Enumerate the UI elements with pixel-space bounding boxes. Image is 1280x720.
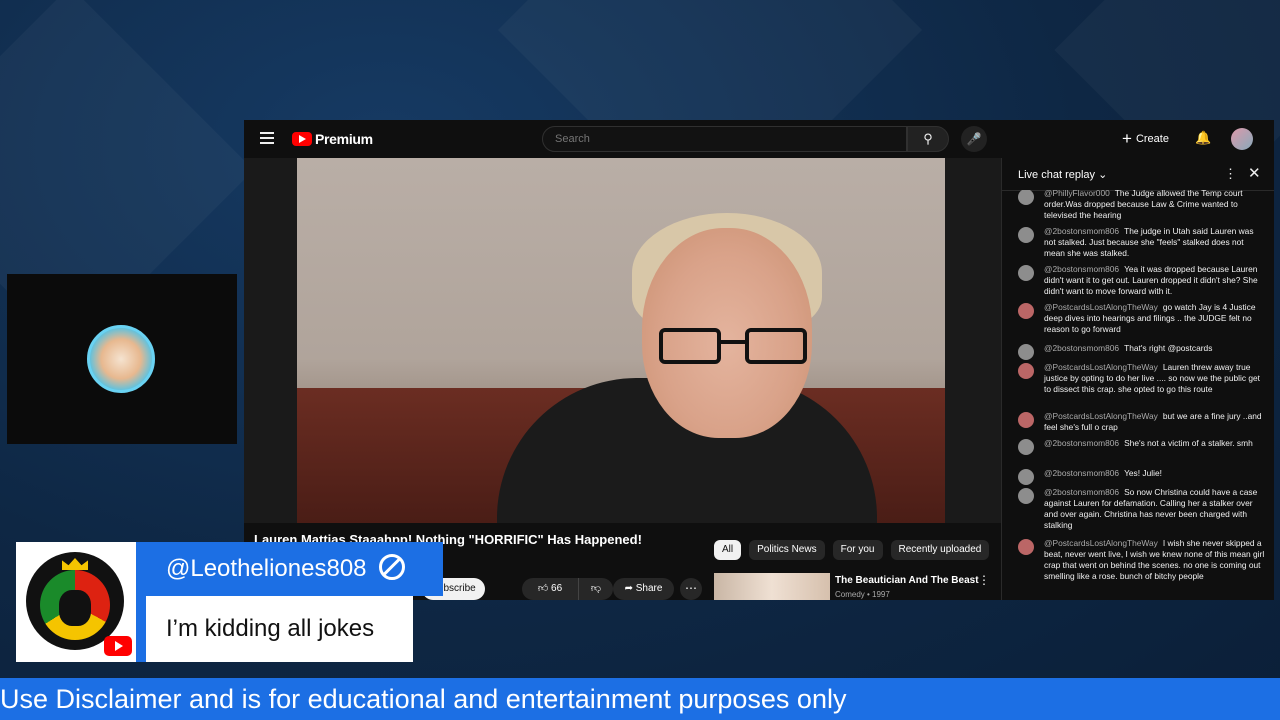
chat-message: @PostcardsLostAlongTheWay Lauren threw aw… bbox=[1018, 362, 1268, 398]
chat-message: @2bostonsmom806 That's right @postcards bbox=[1018, 343, 1268, 360]
youtube-top-bar: Premium ⚲ 🎤 + Create 🔔 bbox=[244, 120, 1274, 158]
chat-message: @PostcardsLostAlongTheWay I wish she neve… bbox=[1018, 538, 1268, 598]
youtube-logo[interactable]: Premium bbox=[292, 131, 373, 147]
search-box bbox=[542, 126, 907, 152]
chat-avatar[interactable] bbox=[1018, 227, 1034, 243]
menu-icon[interactable] bbox=[260, 132, 274, 144]
live-chat-panel: Live chat replay ⌄ ⋮ ✕ @PhillyFlavor000 T… bbox=[1001, 158, 1274, 600]
like-dislike-group: 👍︎ 66 👎︎ bbox=[522, 578, 613, 600]
comment-author-banner: @Leotheliones808 bbox=[136, 542, 443, 596]
share-label: Share bbox=[635, 583, 663, 594]
chat-messages: @PhillyFlavor000 The Judge allowed the Te… bbox=[1002, 190, 1274, 600]
recommended-meta: Comedy • 1997 bbox=[835, 590, 890, 599]
chat-author[interactable]: @PostcardsLostAlongTheWay bbox=[1044, 411, 1158, 421]
commenter-avatar-box bbox=[16, 542, 136, 662]
chat-message: @PostcardsLostAlongTheWay go watch Jay is… bbox=[1018, 302, 1268, 338]
chip-all[interactable]: All bbox=[714, 540, 742, 560]
plus-icon: + bbox=[1122, 129, 1132, 148]
chip-politics-news[interactable]: Politics News bbox=[749, 540, 825, 560]
chip-for-you[interactable]: For you bbox=[832, 540, 883, 560]
chat-message: @PhillyFlavor000 The Judge allowed the Te… bbox=[1018, 190, 1268, 224]
search-icon: ⚲ bbox=[923, 131, 933, 146]
streamer-avatar bbox=[87, 325, 155, 393]
create-button[interactable]: + Create bbox=[1122, 128, 1169, 150]
chat-text: That's right @postcards bbox=[1124, 343, 1213, 353]
share-button[interactable]: ➦ Share bbox=[613, 578, 674, 600]
recommended-video[interactable]: The Beautician And The Beast Comedy • 19… bbox=[714, 573, 1004, 600]
like-icon: 👍︎ bbox=[537, 583, 549, 594]
close-icon[interactable]: ✕ bbox=[1248, 164, 1261, 182]
chat-author[interactable]: @PostcardsLostAlongTheWay bbox=[1044, 302, 1158, 312]
share-icon: ➦ bbox=[624, 583, 633, 594]
video-frame[interactable] bbox=[297, 158, 945, 523]
dislike-button[interactable]: 👎︎ bbox=[579, 578, 613, 600]
streamer-panel bbox=[7, 274, 237, 444]
chat-author[interactable]: @PostcardsLostAlongTheWay bbox=[1044, 362, 1158, 372]
youtube-logo-icon bbox=[292, 132, 312, 146]
chat-text: She's not a victim of a stalker. smh bbox=[1124, 438, 1253, 448]
chat-avatar[interactable] bbox=[1018, 363, 1034, 379]
search-input[interactable] bbox=[543, 127, 887, 151]
youtube-badge-icon bbox=[104, 636, 132, 656]
chat-avatar[interactable] bbox=[1018, 190, 1034, 205]
ban-icon bbox=[378, 554, 405, 580]
chat-avatar[interactable] bbox=[1018, 439, 1034, 455]
chat-title: Live chat replay bbox=[1018, 169, 1096, 181]
chat-author[interactable]: @2bostonsmom806 bbox=[1044, 487, 1119, 497]
chat-author[interactable]: @2bostonsmom806 bbox=[1044, 264, 1119, 274]
dislike-icon: 👎︎ bbox=[590, 583, 602, 594]
chat-author[interactable]: @2bostonsmom806 bbox=[1044, 468, 1119, 478]
chat-message: @2bostonsmom806 The judge in Utah said La… bbox=[1018, 226, 1268, 262]
search-button[interactable]: ⚲ bbox=[907, 126, 949, 152]
chat-message: @2bostonsmom806 Yea it was dropped becaus… bbox=[1018, 264, 1268, 300]
chat-message: @2bostonsmom806 She's not a victim of a s… bbox=[1018, 438, 1268, 462]
chat-mode-dropdown[interactable]: Live chat replay ⌄ bbox=[1018, 168, 1107, 181]
chat-text: Yes! Julie! bbox=[1124, 468, 1162, 478]
chat-author[interactable]: @PostcardsLostAlongTheWay bbox=[1044, 538, 1158, 548]
chat-more-icon[interactable]: ⋮ bbox=[1224, 166, 1237, 182]
disclaimer-ticker: Use Disclaimer and is for educational an… bbox=[0, 678, 1280, 720]
glasses bbox=[659, 328, 809, 368]
chat-message: @PostcardsLostAlongTheWay but we are a fi… bbox=[1018, 411, 1268, 435]
bell-icon[interactable]: 🔔 bbox=[1195, 130, 1211, 148]
logo-text: Premium bbox=[315, 131, 373, 147]
video-player[interactable] bbox=[244, 158, 1001, 523]
chat-message: @2bostonsmom806 So now Christina could ha… bbox=[1018, 487, 1268, 535]
comment-message: I’m kidding all jokes bbox=[146, 596, 413, 662]
chat-author[interactable]: @2bostonsmom806 bbox=[1044, 343, 1119, 353]
chip-recently-uploaded[interactable]: Recently uploaded bbox=[890, 540, 990, 560]
more-icon[interactable]: ⋯ bbox=[680, 578, 702, 600]
more-icon[interactable]: ⋮ bbox=[978, 573, 990, 587]
chat-author[interactable]: @2bostonsmom806 bbox=[1044, 226, 1119, 236]
like-count: 66 bbox=[551, 583, 563, 594]
mic-button[interactable]: 🎤 bbox=[961, 126, 987, 152]
recommended-thumbnail[interactable] bbox=[714, 573, 830, 600]
chat-avatar[interactable] bbox=[1018, 412, 1034, 428]
chat-avatar[interactable] bbox=[1018, 539, 1034, 555]
comment-author: @Leotheliones808 bbox=[166, 555, 367, 582]
chat-avatar[interactable] bbox=[1018, 469, 1034, 485]
chat-message: @2bostonsmom806 Yes! Julie! bbox=[1018, 468, 1268, 485]
chat-author[interactable]: @2bostonsmom806 bbox=[1044, 438, 1119, 448]
chevron-down-icon: ⌄ bbox=[1098, 169, 1108, 181]
chat-author[interactable]: @PhillyFlavor000 bbox=[1044, 190, 1110, 198]
chat-avatar[interactable] bbox=[1018, 344, 1034, 360]
chat-header: Live chat replay ⌄ ⋮ ✕ bbox=[1002, 158, 1274, 191]
mic-icon: 🎤 bbox=[966, 132, 982, 146]
chat-avatar[interactable] bbox=[1018, 488, 1034, 504]
chat-avatar[interactable] bbox=[1018, 303, 1034, 319]
recommendation-chips: All Politics News For you Recently uploa… bbox=[714, 540, 990, 560]
create-label: Create bbox=[1135, 133, 1169, 145]
like-button[interactable]: 👍︎ 66 bbox=[522, 578, 579, 600]
youtube-window: Premium ⚲ 🎤 + Create 🔔 Lauren Mattias St… bbox=[244, 120, 1274, 600]
recommended-title[interactable]: The Beautician And The Beast bbox=[835, 575, 979, 586]
account-avatar[interactable] bbox=[1231, 128, 1253, 150]
chat-avatar[interactable] bbox=[1018, 265, 1034, 281]
